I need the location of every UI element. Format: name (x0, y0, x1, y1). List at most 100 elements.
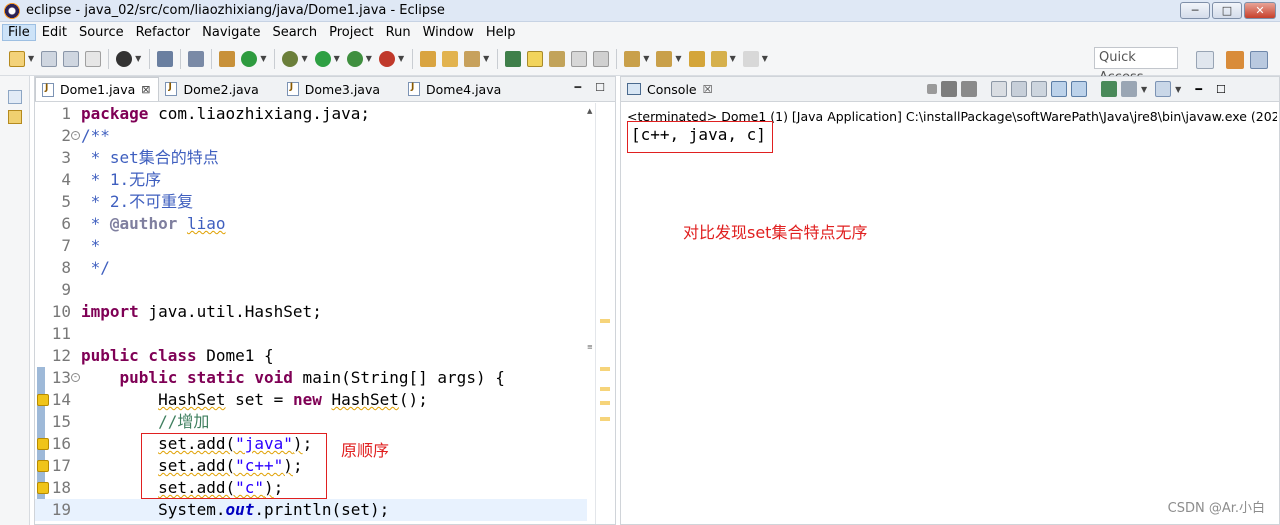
save-all-icon[interactable] (63, 50, 80, 67)
code-line-current[interactable]: 19 System.out.println(set); (35, 499, 587, 521)
maximize-icon[interactable]: ☐ (595, 81, 605, 94)
menu-search[interactable]: Search (266, 24, 323, 41)
remove-launch-icon[interactable] (941, 81, 957, 97)
save-icon[interactable] (41, 50, 58, 67)
show-on-stderr-icon[interactable] (1071, 81, 1087, 97)
chevron-down-icon[interactable]: ▼ (260, 54, 266, 63)
chevron-down-icon[interactable]: ▼ (483, 54, 489, 63)
minimize-button[interactable]: ─ (1180, 2, 1210, 19)
clear-console-icon[interactable] (991, 81, 1007, 97)
fold-icon[interactable]: - (71, 131, 80, 140)
menu-source[interactable]: Source (73, 24, 130, 41)
toggle-mark-occurrences-icon[interactable] (527, 50, 544, 67)
chevron-down-icon[interactable]: ▼ (301, 54, 307, 63)
terminate-icon[interactable] (927, 84, 937, 94)
warning-marker[interactable] (600, 319, 610, 323)
warning-marker[interactable] (600, 387, 610, 391)
last-edit-icon[interactable] (688, 50, 705, 67)
tab-console[interactable]: Console ☒ (621, 77, 721, 101)
close-icon[interactable]: ⊠ (141, 83, 150, 96)
code-line[interactable]: 5 * 2.不可重复 (35, 191, 587, 213)
forward-icon[interactable] (742, 50, 759, 67)
menu-help[interactable]: Help (480, 24, 522, 41)
menu-file[interactable]: File (2, 23, 36, 41)
scroll-thumb-icon[interactable]: ≡ (587, 343, 593, 351)
package-explorer-icon[interactable] (8, 110, 22, 124)
menu-window[interactable]: Window (417, 24, 480, 41)
code-line[interactable]: 8 */ (35, 257, 587, 279)
toggle-block-icon[interactable] (549, 50, 566, 67)
close-button[interactable]: ✕ (1244, 2, 1276, 19)
tab-dome2[interactable]: Dome2.java (159, 77, 266, 101)
code-line[interactable]: 7 * (35, 235, 587, 257)
next-annotation-icon[interactable] (624, 50, 641, 67)
open-console-icon[interactable] (1155, 81, 1172, 97)
chevron-down-icon[interactable]: ▼ (675, 54, 681, 63)
paragraph-icon[interactable] (593, 50, 610, 67)
warning-marker[interactable] (600, 367, 610, 371)
display-console-icon[interactable] (1121, 81, 1137, 97)
scroll-up-icon[interactable]: ▲ (587, 107, 592, 115)
console-output[interactable]: [c++, java, c] (631, 125, 766, 144)
code-line[interactable]: 12 public class Dome1 { (35, 345, 587, 367)
scroll-lock-icon[interactable] (1011, 81, 1027, 97)
chevron-down-icon[interactable]: ▼ (366, 54, 372, 63)
menu-project[interactable]: Project (323, 24, 379, 41)
fold-icon[interactable]: - (71, 373, 80, 382)
pin-console-icon[interactable] (1101, 81, 1117, 97)
console-view-icon[interactable] (157, 50, 174, 67)
code-line[interactable]: 11 (35, 323, 587, 345)
show-whitespace-icon[interactable] (571, 50, 588, 67)
chevron-down-icon[interactable]: ▼ (334, 54, 340, 63)
debug-icon[interactable] (282, 50, 299, 67)
menu-run[interactable]: Run (380, 24, 417, 41)
vertical-scrollbar[interactable]: ▲ ≡ (587, 103, 595, 524)
run-icon[interactable] (314, 50, 331, 67)
previous-annotation-icon[interactable] (656, 50, 673, 67)
word-wrap-icon[interactable] (1031, 81, 1047, 97)
code-line[interactable]: 3 * set集合的特点 (35, 147, 587, 169)
code-line[interactable]: 9 (35, 279, 587, 301)
open-folder-icon[interactable] (442, 50, 459, 67)
menu-edit[interactable]: Edit (36, 24, 73, 41)
minimize-icon[interactable]: ━ (575, 81, 582, 94)
menu-refactor[interactable]: Refactor (130, 24, 197, 41)
open-task-icon[interactable] (464, 50, 481, 67)
java-ee-perspective-icon[interactable] (1226, 51, 1244, 69)
back-icon[interactable] (710, 50, 727, 67)
chevron-down-icon[interactable]: ▼ (643, 54, 649, 63)
show-on-stdout-icon[interactable] (1051, 81, 1067, 97)
maximize-icon[interactable]: ☐ (1216, 83, 1226, 96)
skip-breakpoints-icon[interactable] (188, 50, 205, 67)
toggle-annotation-icon[interactable] (505, 50, 522, 67)
open-type-icon[interactable] (420, 50, 437, 67)
open-perspective-icon[interactable] (1196, 51, 1214, 69)
chevron-down-icon[interactable]: ▼ (1141, 85, 1147, 94)
code-editor[interactable]: 1 package com.liaozhixiang.java; 2-/** 3 … (35, 103, 615, 524)
overview-ruler[interactable] (595, 103, 613, 524)
new-class-icon[interactable] (241, 50, 258, 67)
code-line[interactable]: 15 //增加 (35, 411, 587, 433)
chevron-down-icon[interactable]: ▼ (730, 54, 736, 63)
code-line[interactable]: 6 * @author liao (35, 213, 587, 235)
tab-dome3[interactable]: Dome3.java (281, 77, 388, 101)
new-icon[interactable] (9, 50, 25, 67)
tab-dome1[interactable]: Dome1.java ⊠ (35, 77, 160, 101)
java-perspective-icon[interactable] (1250, 51, 1268, 69)
coverage-icon[interactable] (346, 50, 363, 67)
print-icon[interactable] (85, 50, 102, 67)
code-line[interactable]: 10 import java.util.HashSet; (35, 301, 587, 323)
restore-icon[interactable] (8, 90, 22, 104)
maximize-button[interactable]: □ (1212, 2, 1242, 19)
menu-navigate[interactable]: Navigate (196, 24, 266, 41)
code-line[interactable]: 2-/** (35, 125, 587, 147)
chevron-down-icon[interactable]: ▼ (1175, 85, 1181, 94)
new-package-icon[interactable] (219, 50, 236, 67)
chevron-down-icon[interactable]: ▼ (28, 54, 34, 63)
chevron-down-icon[interactable]: ▼ (135, 54, 141, 63)
warning-marker[interactable] (600, 417, 610, 421)
code-line[interactable]: 1 package com.liaozhixiang.java; (35, 103, 587, 125)
code-line[interactable]: 14 HashSet set = new HashSet(); (35, 389, 587, 411)
minimize-icon[interactable]: ━ (1195, 83, 1202, 96)
quick-access-input[interactable]: Quick Access (1094, 47, 1178, 85)
